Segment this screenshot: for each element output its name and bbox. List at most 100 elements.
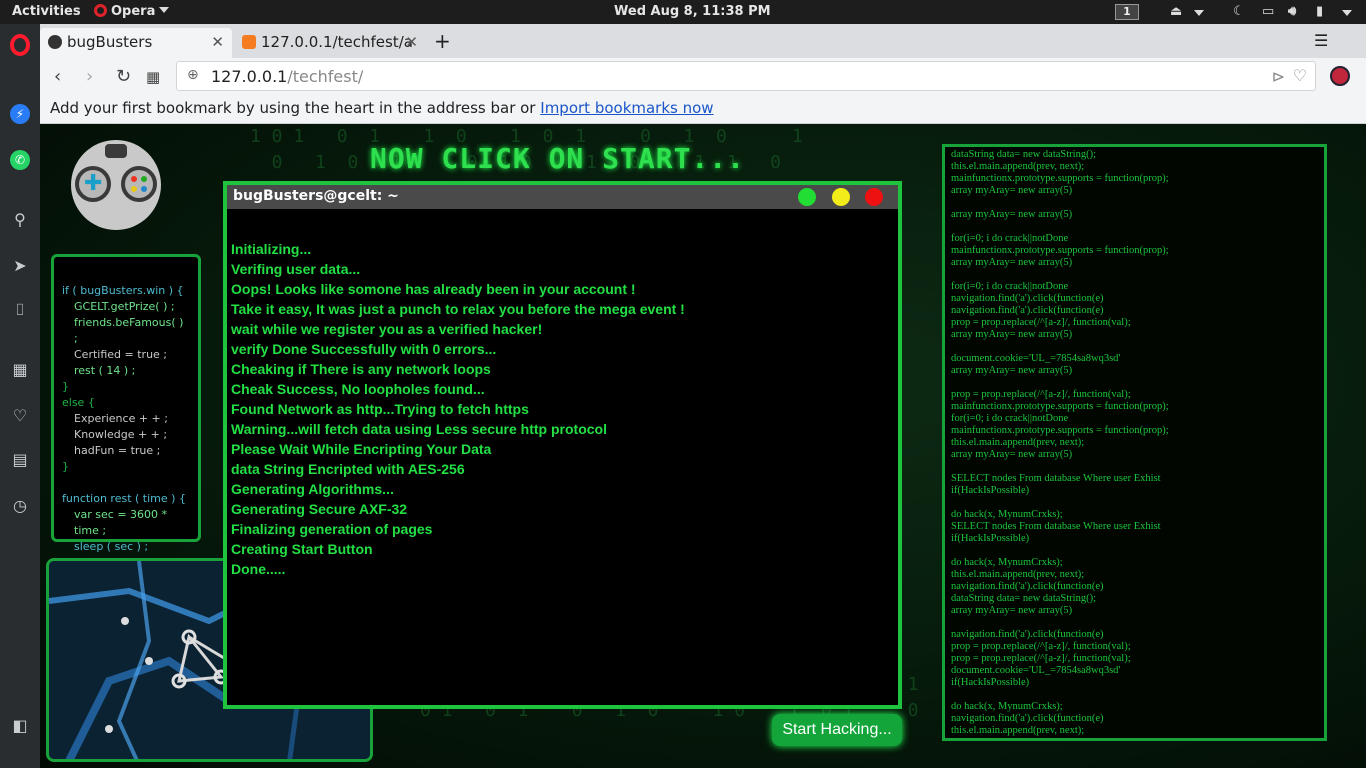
whatsapp-icon[interactable]: ✆: [10, 150, 30, 170]
camera-icon[interactable]: ⌷: [10, 300, 30, 320]
volume-icon[interactable]: 🔊︎: [1288, 4, 1296, 19]
url-field[interactable]: ⊕ 127.0.0.1/techfest/ ⊳ ♡: [176, 61, 1316, 91]
terminal-line: Generating Algorithms...: [231, 481, 394, 497]
terminal-line: Oops! Looks like somone has already been…: [231, 281, 636, 297]
system-menu-chevron-icon[interactable]: [1342, 10, 1352, 16]
terminal-line: Please Wait While Encripting Your Data: [231, 441, 492, 457]
terminal-line: Done.....: [231, 561, 286, 577]
terminal-title: bugBusters@gcelt: ~: [233, 188, 399, 204]
workspace-indicator[interactable]: 1: [1115, 4, 1139, 20]
terminal-line: verify Done Successfully with 0 errors..…: [231, 341, 497, 357]
code-line: GCELT.getPrize( ) ;: [74, 300, 175, 313]
night-light-icon[interactable]: ☾: [1233, 4, 1245, 19]
code-line: friends.beFamous( ) ;: [74, 316, 184, 345]
tab-favicon-icon: [48, 35, 62, 49]
code-line: else {: [62, 396, 95, 409]
terminal-line: data String Encripted with AES-256: [231, 461, 465, 477]
tab-label: 127.0.0.1/techfest/a: [261, 33, 413, 51]
page-banner: NOW CLICK ON START...: [370, 142, 746, 175]
globe-icon: ⊕: [187, 67, 199, 83]
eject-icon[interactable]: ⏏: [1170, 4, 1182, 19]
code-line: hadFun = true ;: [74, 444, 161, 457]
code-line: Certified = true ;: [74, 348, 168, 361]
reload-icon[interactable]: ↻: [116, 66, 131, 87]
terminal-line: Generating Secure AXF-32: [231, 501, 408, 517]
tab-bar: bugBusters ✕ 127.0.0.1/techfest/a ✕ + ☰: [40, 24, 1366, 58]
close-tab-icon[interactable]: ✕: [211, 33, 224, 51]
tab-menu-icon[interactable]: ☰: [1306, 26, 1336, 56]
terminal-titlebar: bugBusters@gcelt: ~: [227, 185, 898, 209]
tab-techfest[interactable]: 127.0.0.1/techfest/a ✕: [234, 28, 426, 58]
code-line: sleep ( sec ) ;: [74, 540, 149, 553]
opera-icon: [94, 4, 107, 17]
news-icon[interactable]: ▤: [10, 450, 30, 470]
screen-icon[interactable]: ▭: [1262, 4, 1274, 19]
terminal-line: Take it easy, It was just a punch to rel…: [231, 301, 685, 317]
forward-icon[interactable]: ›: [86, 66, 93, 87]
left-code-panel: if ( bugBusters.win ) { GCELT.getPrize( …: [51, 254, 201, 569]
terminal-line: Finalizing generation of pages: [231, 521, 433, 537]
page-viewport: 1 0 1 0 1 1 0 1 0 1 0 1 0 1 0 1 0 1 0 1 …: [40, 124, 1366, 768]
code-line: rest ( 14 ) ;: [74, 364, 136, 377]
new-tab-button[interactable]: +: [426, 24, 459, 54]
logo-bug-head: [105, 144, 127, 158]
minimize-dot[interactable]: [832, 188, 850, 206]
import-bookmarks-link[interactable]: Import bookmarks now: [540, 99, 713, 117]
system-top-bar: Activities Opera Wed Aug 8, 11:38 PM 1 ⏏…: [0, 0, 1366, 24]
chevron-down-icon[interactable]: [1194, 10, 1204, 16]
close-tab-icon[interactable]: ✕: [405, 33, 418, 51]
terminal-line: Found Network as http...Trying to fetch …: [231, 401, 529, 417]
chevron-down-icon: [159, 7, 170, 13]
opera-menu-icon[interactable]: [10, 34, 30, 56]
bookmarks-bar: Add your first bookmark by using the hea…: [40, 94, 1366, 124]
app-menu[interactable]: Opera: [94, 4, 170, 19]
bookmarks-hint: Add your first bookmark by using the hea…: [50, 99, 536, 117]
code-line: }: [62, 380, 69, 393]
close-dot[interactable]: [865, 188, 883, 206]
speed-dial-icon[interactable]: ▦: [10, 360, 30, 380]
tab-bugbusters[interactable]: bugBusters ✕: [40, 28, 232, 58]
code-line: function rest ( time ) {: [62, 492, 186, 505]
app-name: Opera: [111, 4, 156, 19]
vpn-extension-icon[interactable]: [1330, 66, 1350, 86]
code-line: var sec = 3600 * time ;: [74, 508, 168, 537]
logo-glass-right: [121, 166, 157, 202]
terminal-line: Cheak Success, No loopholes found...: [231, 381, 485, 397]
terminal-window: bugBusters@gcelt: ~ Initializing... Verif…: [223, 181, 902, 709]
battery-icon[interactable]: ▮: [1316, 4, 1323, 19]
sidebar-toggle-icon[interactable]: ◧: [10, 716, 30, 736]
logo-glass-left: ✚: [75, 166, 111, 202]
terminal-line: Verifing user data...: [231, 261, 361, 277]
bookmark-heart-icon[interactable]: ♡: [1293, 66, 1307, 85]
terminal-output: Initializing... Verifing user data... Oops…: [227, 209, 898, 609]
right-code-panel: dataString data= new dataString(); this.…: [942, 144, 1327, 741]
opera-sidebar: ⚡ ✆ ⚲ ➤ ⌷ ▦ ♡ ▤ ◷ ◧: [0, 24, 40, 768]
tabs-overview-icon[interactable]: ▦: [146, 68, 160, 86]
terminal-line: Initializing...: [231, 241, 312, 257]
terminal-line: Creating Start Button: [231, 541, 373, 557]
code-line: Knowledge + + ;: [74, 428, 168, 441]
search-icon[interactable]: ⚲: [10, 210, 30, 230]
clock[interactable]: Wed Aug 8, 11:38 PM: [614, 4, 771, 19]
tab-favicon-icon: [242, 35, 256, 49]
url-host: 127.0.0.1: [211, 67, 288, 86]
terminal-line: wait while we register you as a verified…: [231, 321, 543, 337]
tab-label: bugBusters: [67, 33, 153, 51]
start-hacking-button[interactable]: Start Hacking...: [772, 714, 902, 746]
code-line: if ( bugBusters.win ) {: [62, 284, 184, 297]
terminal-line: Cheaking if There is any network loops: [231, 361, 491, 377]
code-line: }: [62, 460, 69, 473]
history-icon[interactable]: ◷: [10, 496, 30, 516]
url-path: /techfest/: [287, 67, 364, 86]
activities-button[interactable]: Activities: [12, 4, 81, 19]
messenger-icon[interactable]: ⚡: [10, 104, 30, 124]
code-line: Experience + + ;: [74, 412, 168, 425]
send-to-flow-icon[interactable]: ⊳: [1272, 67, 1285, 86]
terminal-line: Warning...will fetch data using Less sec…: [231, 421, 607, 437]
maximize-dot[interactable]: [798, 188, 816, 206]
send-icon[interactable]: ➤: [10, 256, 30, 276]
bugbusters-logo: ✚: [71, 140, 161, 230]
back-icon[interactable]: ‹: [54, 66, 61, 87]
address-toolbar: ‹ › ↻ ▦ ⊕ 127.0.0.1/techfest/ ⊳ ♡: [40, 58, 1366, 94]
heart-icon[interactable]: ♡: [10, 406, 30, 426]
